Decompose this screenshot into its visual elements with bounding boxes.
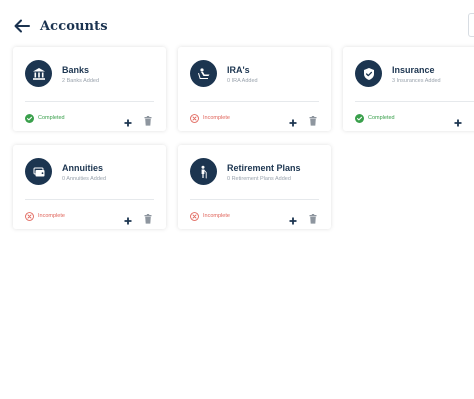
card-title: Annuities [62,163,104,173]
card-divider [190,199,319,200]
card-title: IRA's [227,65,250,75]
add-button[interactable] [289,212,297,225]
plus-icon [454,119,462,127]
status-badge: Completed [25,113,65,123]
card-title: Banks [62,65,90,75]
card-title: Retirement Plans [227,163,301,173]
person-cane-icon [190,158,217,185]
status-label: Incomplete [203,115,230,121]
add-button[interactable] [454,114,462,127]
status-label: Completed [368,115,395,121]
account-card-iras[interactable]: IRA's 0 IRA Added Incomplete [178,47,331,131]
status-label: Incomplete [203,213,230,219]
delete-button[interactable] [309,211,317,224]
status-label: Completed [38,115,65,121]
card-title: Insurance [392,65,435,75]
back-button[interactable] [13,17,31,35]
status-badge: Completed [355,113,395,123]
x-circle-icon [190,211,199,221]
plus-icon [289,217,297,225]
delete-button[interactable] [309,113,317,126]
top-right-control[interactable] [468,13,474,37]
status-badge: Incomplete [190,211,230,221]
x-circle-icon [25,211,34,221]
card-divider [190,101,319,102]
add-button[interactable] [124,212,132,225]
trash-icon [309,214,317,224]
card-divider [25,101,154,102]
x-circle-icon [190,113,199,123]
delete-button[interactable] [144,211,152,224]
delete-button[interactable] [144,113,152,126]
page-title: Accounts [40,18,108,34]
account-card-retirement-plans[interactable]: Retirement Plans 0 Retirement Plans Adde… [178,145,331,229]
card-subtitle: 3 Insurances Added [392,78,441,84]
card-subtitle: 0 Annuities Added [62,176,107,182]
plus-icon [124,217,132,225]
check-circle-icon [355,113,364,123]
accounts-page: Accounts Banks 2 Banks Added Completed I… [0,0,474,399]
plus-icon [289,119,297,127]
bank-icon [25,60,52,87]
card-divider [355,101,474,102]
plus-icon [124,119,132,127]
add-button[interactable] [124,114,132,127]
card-divider [25,199,154,200]
account-card-banks[interactable]: Banks 2 Banks Added Completed [13,47,166,131]
ira-icon [190,60,217,87]
arrow-left-icon [14,19,30,33]
status-badge: Incomplete [190,113,230,123]
status-badge: Incomplete [25,211,65,221]
check-circle-icon [25,113,34,123]
card-subtitle: 0 IRA Added [227,78,258,84]
trash-icon [144,116,152,126]
trash-icon [309,116,317,126]
card-subtitle: 0 Retirement Plans Added [227,176,291,182]
shield-check-icon [355,60,382,87]
account-card-annuities[interactable]: Annuities 0 Annuities Added Incomplete [13,145,166,229]
account-card-insurance[interactable]: Insurance 3 Insurances Added Completed [343,47,474,131]
add-button[interactable] [289,114,297,127]
wallet-icon [25,158,52,185]
trash-icon [144,214,152,224]
page-header: Accounts [13,14,108,38]
card-subtitle: 2 Banks Added [62,78,100,84]
status-label: Incomplete [38,213,65,219]
